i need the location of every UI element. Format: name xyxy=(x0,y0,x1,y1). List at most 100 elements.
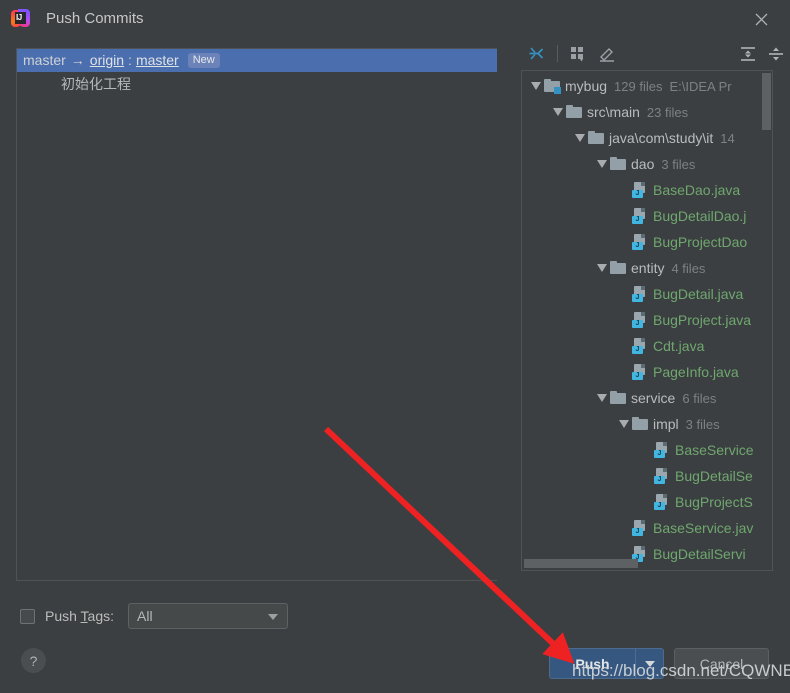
window-title: Push Commits xyxy=(46,10,144,27)
tree-node-label: PageInfo.java xyxy=(653,364,739,380)
tree-node-label: Cdt.java xyxy=(653,338,705,354)
commit-list[interactable]: master → origin : master New 初始化工程 xyxy=(16,48,497,581)
chevron-down-icon xyxy=(644,660,655,667)
java-file-icon: J xyxy=(632,208,648,224)
java-file-icon: J xyxy=(632,312,648,328)
tree-node[interactable]: mybug 129 files E:\IDEA Pr xyxy=(522,73,772,99)
java-file-icon: J xyxy=(632,364,648,380)
tree-node[interactable]: J PageInfo.java xyxy=(522,359,772,385)
tree-node[interactable]: J BaseService xyxy=(522,437,772,463)
chevron-down-icon[interactable] xyxy=(616,416,632,432)
tree-node[interactable]: J Cdt.java xyxy=(522,333,772,359)
tree-node-file-count: 6 files xyxy=(682,390,717,406)
tree-node-label: BaseService.jav xyxy=(653,520,754,536)
dialog-footer: Push Tags: All Push Cancel xyxy=(0,584,790,693)
java-file-icon: J xyxy=(632,182,648,198)
help-button[interactable]: ? xyxy=(21,648,46,673)
push-split-button[interactable]: Push xyxy=(549,648,664,679)
title-bar: IJ Push Commits xyxy=(0,0,790,37)
java-file-icon: J xyxy=(654,442,670,458)
push-dropdown-button[interactable] xyxy=(636,649,663,678)
tree-node-file-count: 4 files xyxy=(671,260,706,276)
tree-node-spacer xyxy=(616,234,632,250)
tree-vertical-scrollbar[interactable] xyxy=(762,73,771,130)
changed-files-tree[interactable]: mybug 129 files E:\IDEA Pr src\main 23 files… xyxy=(521,70,773,571)
commit-pane: master → origin : master New 初始化工程 xyxy=(0,37,512,584)
tree-node-spacer xyxy=(616,182,632,198)
tree-node-spacer xyxy=(616,520,632,536)
tree-node-spacer xyxy=(616,364,632,380)
group-by-icon[interactable] xyxy=(565,41,593,67)
tree-node-file-count: 3 files xyxy=(661,156,696,172)
branch-separator: : xyxy=(128,52,132,68)
tree-node[interactable]: J BaseService.jav xyxy=(522,515,772,541)
tree-node[interactable]: entity 4 files xyxy=(522,255,772,281)
tree-node[interactable]: J BugDetailDao.j xyxy=(522,203,772,229)
java-file-icon: J xyxy=(654,468,670,484)
tree-node-label: BugProject.java xyxy=(653,312,752,328)
chevron-down-icon[interactable] xyxy=(594,156,610,172)
close-icon[interactable] xyxy=(748,6,774,32)
tree-node[interactable]: J BugProjectDao xyxy=(522,229,772,255)
tree-node[interactable]: java\com\study\it 14 xyxy=(522,125,772,151)
tree-node-label: BaseDao.java xyxy=(653,182,741,198)
arrow-icon: → xyxy=(70,52,85,68)
remote-name-link[interactable]: origin xyxy=(90,49,124,72)
push-tags-checkbox[interactable] xyxy=(20,608,35,624)
push-tags-label: Push Tags: xyxy=(45,608,114,624)
main-content: master → origin : master New 初始化工程 mybug… xyxy=(0,37,790,584)
tree-node[interactable]: src\main 23 files xyxy=(522,99,772,125)
tree-node-label: java\com\study\it xyxy=(609,130,714,146)
chevron-down-icon[interactable] xyxy=(594,390,610,406)
chevron-down-icon[interactable] xyxy=(594,260,610,276)
tree-node-spacer xyxy=(616,338,632,354)
java-file-icon: J xyxy=(632,520,648,536)
push-tags-label-post: ags: xyxy=(87,608,115,624)
tags-select[interactable]: All xyxy=(128,603,289,629)
java-file-icon: J xyxy=(632,338,648,354)
tree-toolbar xyxy=(512,37,790,70)
edit-icon[interactable] xyxy=(593,41,621,67)
tree-node-label: impl xyxy=(653,416,679,432)
new-badge: New xyxy=(187,53,220,68)
chevron-down-icon xyxy=(268,614,279,620)
tree-node-label: dao xyxy=(631,156,655,172)
branch-row[interactable]: master → origin : master New xyxy=(17,49,497,72)
collapse-all-icon[interactable] xyxy=(762,41,790,67)
dialog-buttons: Push Cancel xyxy=(549,648,769,679)
push-button[interactable]: Push xyxy=(550,649,636,678)
expand-all-icon[interactable] xyxy=(734,41,762,67)
tree-node-spacer xyxy=(638,494,654,510)
folder-icon xyxy=(566,105,582,119)
tree-rows-container: mybug 129 files E:\IDEA Pr src\main 23 files… xyxy=(522,71,772,567)
folder-icon xyxy=(632,417,648,431)
commit-item[interactable]: 初始化工程 xyxy=(17,72,497,96)
tree-node-spacer xyxy=(616,208,632,224)
tree-node[interactable]: J BugDetailSe xyxy=(522,463,772,489)
tree-node[interactable]: J BaseDao.java xyxy=(522,177,772,203)
folder-icon xyxy=(610,261,626,275)
module-folder-icon xyxy=(544,79,561,94)
remote-branch-link[interactable]: master xyxy=(136,49,179,72)
chevron-down-icon[interactable] xyxy=(572,130,588,146)
tree-node-label: service xyxy=(631,390,676,406)
tree-node[interactable]: dao 3 files xyxy=(522,151,772,177)
tree-node[interactable]: J BugProjectS xyxy=(522,489,772,515)
tree-node[interactable]: J BugProject.java xyxy=(522,307,772,333)
tree-node[interactable]: impl 3 files xyxy=(522,411,772,437)
java-file-icon: J xyxy=(632,286,648,302)
changed-files-pane: mybug 129 files E:\IDEA Pr src\main 23 files… xyxy=(512,37,790,584)
collapse-to-left-icon[interactable] xyxy=(522,41,550,67)
tree-node-spacer xyxy=(638,442,654,458)
tree-node-label: BugDetailSe xyxy=(675,468,753,484)
chevron-down-icon[interactable] xyxy=(550,104,566,120)
intellij-idea-logo-icon: IJ xyxy=(11,9,30,28)
tree-node[interactable]: J BugDetail.java xyxy=(522,281,772,307)
local-branch-label: master xyxy=(23,52,66,68)
chevron-down-icon[interactable] xyxy=(528,78,544,94)
cancel-button[interactable]: Cancel xyxy=(674,648,769,679)
tree-node-label: src\main xyxy=(587,104,640,120)
tree-horizontal-scrollbar[interactable] xyxy=(524,559,638,568)
tree-node[interactable]: service 6 files xyxy=(522,385,772,411)
push-tags-mnemonic: T xyxy=(80,608,88,624)
